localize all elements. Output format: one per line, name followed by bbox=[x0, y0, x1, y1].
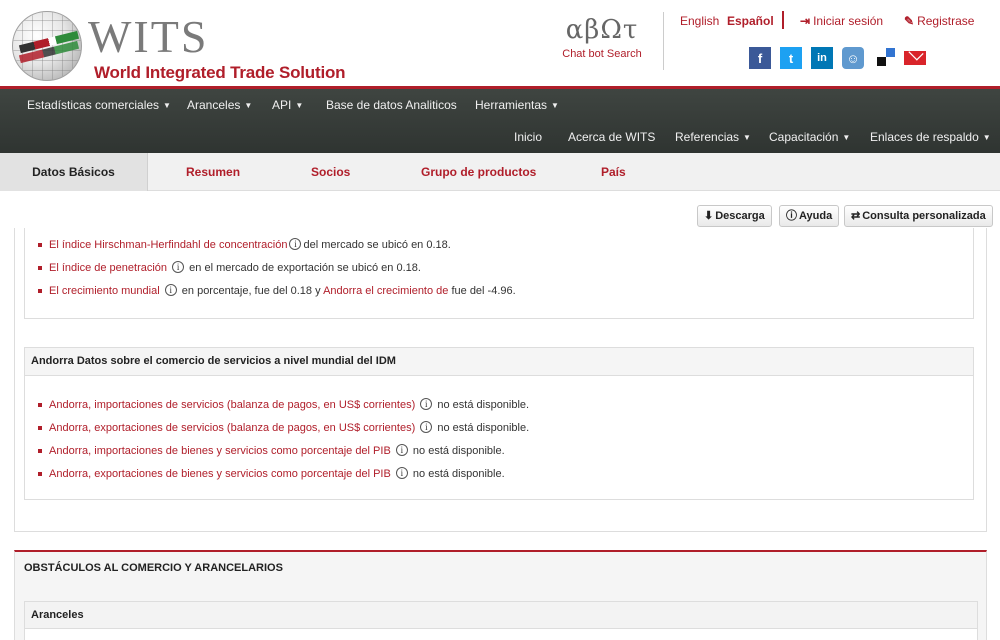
main-nav: Estadísticas comerciales ▼ Aranceles ▼ API… bbox=[0, 89, 1000, 153]
wits-globe-logo[interactable] bbox=[12, 11, 82, 81]
twitter-icon[interactable]: t bbox=[780, 47, 802, 69]
services-trade-list: Andorra, importaciones de servicios (bal… bbox=[36, 397, 529, 489]
info-icon[interactable]: i bbox=[395, 467, 408, 479]
register-link[interactable]: ✎ Registrase bbox=[904, 14, 974, 28]
tab-basic-data[interactable]: Datos Básicos bbox=[0, 153, 148, 191]
header-divider bbox=[663, 12, 664, 70]
goods-services-exports-gdp-link[interactable]: Andorra, exportaciones de bienes y servi… bbox=[49, 468, 391, 480]
caret-down-icon: ▼ bbox=[982, 133, 991, 142]
site-header: WITS World Integrated Trade Solution αβΩ… bbox=[0, 0, 1000, 86]
language-spanish-link[interactable]: Español bbox=[727, 14, 774, 28]
caret-down-icon: ▼ bbox=[842, 133, 851, 142]
caret-down-icon: ▼ bbox=[551, 101, 559, 110]
tab-product-groups[interactable]: Grupo de productos bbox=[421, 153, 536, 191]
exchange-icon: ⇄ bbox=[851, 210, 861, 222]
list-item: Andorra, exportaciones de servicios (bal… bbox=[36, 420, 529, 443]
reddit-icon[interactable]: ☺ bbox=[842, 47, 864, 69]
services-exports-link[interactable]: Andorra, exportaciones de servicios (bal… bbox=[49, 422, 415, 434]
nav-references[interactable]: Referencias ▼ bbox=[675, 130, 751, 144]
nav-about-wits[interactable]: Acerca de WITS bbox=[568, 130, 655, 144]
info-icon[interactable]: i bbox=[395, 444, 408, 456]
chatbot-label[interactable]: Chat bot Search bbox=[552, 48, 652, 60]
linkedin-icon[interactable]: in bbox=[811, 47, 833, 69]
download-button[interactable]: ⬇ Descarga bbox=[697, 205, 772, 227]
trade-barriers-title: OBSTÁCULOS AL COMERCIO Y ARANCELARIOS bbox=[24, 562, 283, 574]
wits-logo-subtitle[interactable]: World Integrated Trade Solution bbox=[94, 63, 346, 83]
goods-services-imports-gdp-link[interactable]: Andorra, importaciones de bienes y servi… bbox=[49, 445, 391, 457]
tab-partners[interactable]: Socios bbox=[311, 153, 350, 191]
info-icon[interactable]: i bbox=[172, 261, 185, 273]
edit-icon: ✎ bbox=[904, 14, 915, 28]
facebook-icon[interactable]: f bbox=[749, 47, 771, 69]
tariffs-title: Aranceles bbox=[25, 602, 977, 629]
list-item: El índice de penetración i en el mercado… bbox=[36, 260, 516, 283]
caret-down-icon: ▼ bbox=[743, 133, 751, 142]
caret-down-icon: ▼ bbox=[163, 101, 171, 110]
services-imports-link[interactable]: Andorra, importaciones de servicios (bal… bbox=[49, 399, 415, 411]
social-links: f t in ☺ bbox=[749, 47, 926, 69]
login-link[interactable]: ⇥ Iniciar sesión bbox=[800, 14, 883, 28]
language-divider bbox=[782, 11, 784, 29]
info-icon: ⓘ bbox=[786, 210, 797, 222]
section-tabs: Datos Básicos Resumen Socios Grupo de pr… bbox=[0, 153, 1000, 191]
login-label: Iniciar sesión bbox=[813, 14, 884, 28]
nav-tariffs[interactable]: Aranceles ▼ bbox=[187, 98, 252, 112]
tariffs-box: Aranceles bbox=[24, 601, 978, 640]
wits-logo-text[interactable]: WITS bbox=[88, 14, 208, 60]
services-trade-title: Andorra Datos sobre el comercio de servi… bbox=[25, 348, 973, 376]
nav-trade-statistics[interactable]: Estadísticas comerciales ▼ bbox=[27, 98, 171, 112]
hhi-concentration-link[interactable]: El índice Hirschman-Herfindahl de concen… bbox=[49, 239, 287, 251]
list-item: Andorra, importaciones de bienes y servi… bbox=[36, 443, 529, 466]
info-icon[interactable]: i bbox=[420, 398, 433, 410]
sign-in-icon: ⇥ bbox=[800, 14, 811, 28]
nav-tools[interactable]: Herramientas ▼ bbox=[475, 98, 559, 112]
chatbot-logo[interactable]: αβΩτ bbox=[552, 14, 652, 46]
register-label: Registrase bbox=[917, 14, 975, 28]
chatbot-search[interactable]: αβΩτ Chat bot Search bbox=[552, 14, 652, 60]
nav-api[interactable]: API ▼ bbox=[272, 98, 303, 112]
download-icon: ⬇ bbox=[704, 210, 714, 222]
list-item: Andorra, importaciones de servicios (bal… bbox=[36, 397, 529, 420]
list-item: El índice Hirschman-Herfindahl de concen… bbox=[36, 237, 516, 260]
delicious-icon[interactable] bbox=[873, 47, 895, 69]
list-item: El crecimiento mundial i en porcentaje, … bbox=[36, 283, 516, 306]
market-indicators-list: El índice Hirschman-Herfindahl de concen… bbox=[36, 237, 516, 306]
nav-training[interactable]: Capacitación ▼ bbox=[769, 130, 850, 144]
language-english-link[interactable]: English bbox=[680, 14, 719, 28]
nav-home[interactable]: Inicio bbox=[514, 130, 542, 144]
nav-analytical-databases[interactable]: Base de datos Analiticos bbox=[326, 98, 457, 112]
world-growth-link[interactable]: El crecimiento mundial bbox=[49, 285, 160, 297]
email-icon[interactable] bbox=[904, 47, 926, 69]
help-button[interactable]: ⓘ Ayuda bbox=[779, 205, 840, 227]
caret-down-icon: ▼ bbox=[244, 101, 253, 110]
custom-query-button[interactable]: ⇄ Consulta personalizada bbox=[844, 205, 993, 227]
list-item: Andorra, exportaciones de bienes y servi… bbox=[36, 466, 529, 489]
info-icon[interactable]: i bbox=[164, 284, 177, 296]
info-icon[interactable]: i bbox=[420, 421, 433, 433]
tab-country[interactable]: País bbox=[601, 153, 626, 191]
andorra-growth-link[interactable]: Andorra el crecimiento de bbox=[323, 285, 448, 297]
info-icon[interactable]: i bbox=[289, 238, 302, 250]
tab-summary[interactable]: Resumen bbox=[186, 153, 240, 191]
penetration-index-link[interactable]: El índice de penetración bbox=[49, 262, 167, 274]
nav-backup-links[interactable]: Enlaces de respaldo ▼ bbox=[870, 130, 991, 144]
caret-down-icon: ▼ bbox=[295, 101, 304, 110]
